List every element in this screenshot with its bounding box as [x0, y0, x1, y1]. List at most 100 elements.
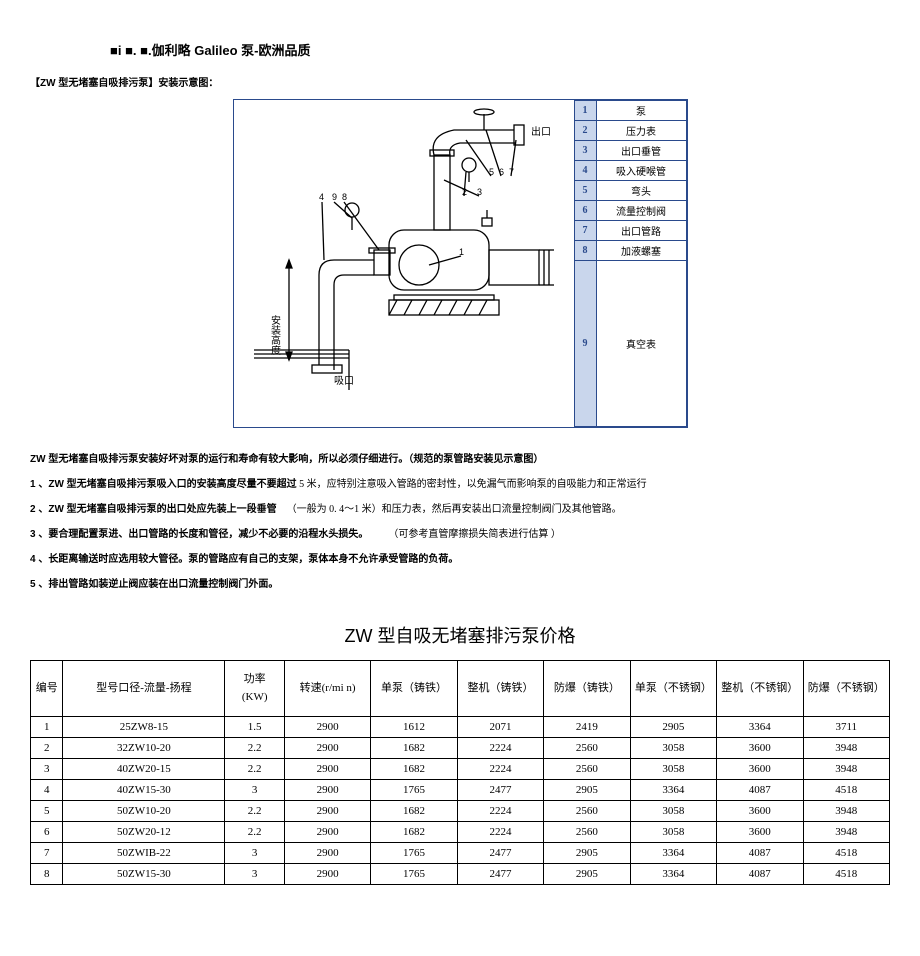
cell-power: 2.2: [225, 738, 284, 759]
legend-name: 泵: [596, 101, 686, 121]
legend-table: 1泵2压力表3出口垂管4吸入硬喉管5弯头6流量控制阀7出口管路8加液螺塞9真空表: [574, 100, 687, 427]
note-2a: 2 、ZW 型无堵塞自吸排污泵的出口处应先装上一段垂管: [30, 504, 277, 515]
cell-p2: 2477: [457, 843, 543, 864]
cell-p4: 3364: [630, 780, 716, 801]
th-no: 编号: [31, 661, 63, 717]
table-row: 232ZW10-202.2290016822224256030583600394…: [31, 738, 890, 759]
legend-no: 3: [574, 141, 596, 161]
notes-block: ZW 型无堵塞自吸排污泵安装好坏对泵的运行和寿命有较大影响，所以必须仔细进行。（…: [30, 448, 890, 597]
cell-p1: 1765: [371, 780, 457, 801]
cell-p2: 2224: [457, 738, 543, 759]
cell-p2: 2477: [457, 864, 543, 885]
cell-no: 8: [31, 864, 63, 885]
page-title: ■i ■. ■.伽利略 Galileo 泵-欧洲品质: [110, 40, 890, 59]
cell-model: 32ZW10-20: [63, 738, 225, 759]
cell-p3: 2905: [544, 843, 630, 864]
cell-model: 50ZW15-30: [63, 864, 225, 885]
cell-p5: 3600: [717, 822, 803, 843]
table-row: 125ZW8-151.52900161220712419290533643711: [31, 717, 890, 738]
cell-p6: 3948: [803, 738, 889, 759]
cell-p6: 3948: [803, 759, 889, 780]
table-row: 750ZWIB-2232900176524772905336440874518: [31, 843, 890, 864]
cell-p1: 1682: [371, 822, 457, 843]
svg-text:9: 9: [332, 192, 337, 202]
th-power: 功率(KW): [225, 661, 284, 717]
cell-p1: 1682: [371, 759, 457, 780]
th-model: 型号口径-流量-扬程: [63, 661, 225, 717]
cell-model: 40ZW15-30: [63, 780, 225, 801]
cell-model: 50ZWIB-22: [63, 843, 225, 864]
cell-rpm: 2900: [284, 801, 370, 822]
cell-rpm: 2900: [284, 717, 370, 738]
cell-model: 40ZW20-15: [63, 759, 225, 780]
cell-rpm: 2900: [284, 780, 370, 801]
legend-no: 6: [574, 201, 596, 221]
note-4: 4 、长距离输送时应选用较大管径。泵的管路应有自己的支架，泵体本身不允许承受管路…: [30, 548, 890, 572]
cell-power: 2.2: [225, 801, 284, 822]
legend-name: 出口管路: [596, 221, 686, 241]
cell-p6: 3711: [803, 717, 889, 738]
cell-p3: 2560: [544, 738, 630, 759]
cell-rpm: 2900: [284, 738, 370, 759]
cell-p1: 1612: [371, 717, 457, 738]
svg-text:5: 5: [489, 167, 494, 177]
cell-p2: 2477: [457, 780, 543, 801]
cell-p6: 4518: [803, 864, 889, 885]
cell-p1: 1682: [371, 801, 457, 822]
cell-p5: 3600: [717, 801, 803, 822]
cell-p1: 1682: [371, 738, 457, 759]
table-row: 340ZW20-152.2290016822224256030583600394…: [31, 759, 890, 780]
cell-model: 25ZW8-15: [63, 717, 225, 738]
cell-p2: 2224: [457, 759, 543, 780]
legend-name: 出口垂管: [596, 141, 686, 161]
table-row: 550ZW10-202.2290016822224256030583600394…: [31, 801, 890, 822]
legend-name: 真空表: [596, 261, 686, 427]
cell-no: 3: [31, 759, 63, 780]
legend-name: 压力表: [596, 121, 686, 141]
cell-p4: 3364: [630, 864, 716, 885]
installation-diagram: 498 23 567 1 出口 安装高度 吸口: [234, 100, 574, 390]
cell-p3: 2560: [544, 759, 630, 780]
cell-rpm: 2900: [284, 759, 370, 780]
cell-power: 3: [225, 864, 284, 885]
cell-model: 50ZW20-12: [63, 822, 225, 843]
cell-p6: 3948: [803, 822, 889, 843]
legend-no: 1: [574, 101, 596, 121]
cell-p4: 2905: [630, 717, 716, 738]
th-p4: 单泵（不锈钢）: [630, 661, 716, 717]
price-table: 编号 型号口径-流量-扬程 功率(KW) 转速(r/mi n) 单泵（铸铁） 整…: [30, 660, 890, 885]
cell-power: 2.2: [225, 759, 284, 780]
th-p6: 防爆（不锈钢）: [803, 661, 889, 717]
cell-p4: 3058: [630, 738, 716, 759]
cell-no: 5: [31, 801, 63, 822]
cell-p2: 2224: [457, 801, 543, 822]
cell-p2: 2224: [457, 822, 543, 843]
cell-p3: 2560: [544, 822, 630, 843]
cell-p6: 3948: [803, 801, 889, 822]
cell-p5: 4087: [717, 780, 803, 801]
cell-rpm: 2900: [284, 864, 370, 885]
table-row: 440ZW15-3032900176524772905336440874518: [31, 780, 890, 801]
cell-p5: 4087: [717, 864, 803, 885]
cell-p5: 4087: [717, 843, 803, 864]
diagram-box: 498 23 567 1 出口 安装高度 吸口: [233, 99, 688, 428]
cell-p3: 2905: [544, 864, 630, 885]
note-5: 5 、排出管路如装逆止阀应装在出口流量控制阀门外面。: [30, 573, 890, 597]
cell-no: 1: [31, 717, 63, 738]
legend-no: 2: [574, 121, 596, 141]
cell-power: 2.2: [225, 822, 284, 843]
cell-power: 3: [225, 843, 284, 864]
page-subtitle: 【ZW 型无堵塞自吸排污泵】安装示意图：: [30, 74, 890, 89]
svg-text:1: 1: [459, 247, 464, 257]
cell-p6: 4518: [803, 780, 889, 801]
legend-no: 8: [574, 241, 596, 261]
table-row: 850ZW15-3032900176524772905336440874518: [31, 864, 890, 885]
label-outlet: 出口: [531, 125, 551, 138]
legend-no: 4: [574, 161, 596, 181]
label-install-height: 安装高度: [268, 314, 280, 356]
note-3a: 3 、要合理配置泵进、出口管路的长度和管径，减少不必要的沿程水头损失。: [30, 529, 368, 540]
cell-p4: 3058: [630, 801, 716, 822]
legend-no: 5: [574, 181, 596, 201]
legend-name: 吸入硬喉管: [596, 161, 686, 181]
cell-p1: 1765: [371, 864, 457, 885]
